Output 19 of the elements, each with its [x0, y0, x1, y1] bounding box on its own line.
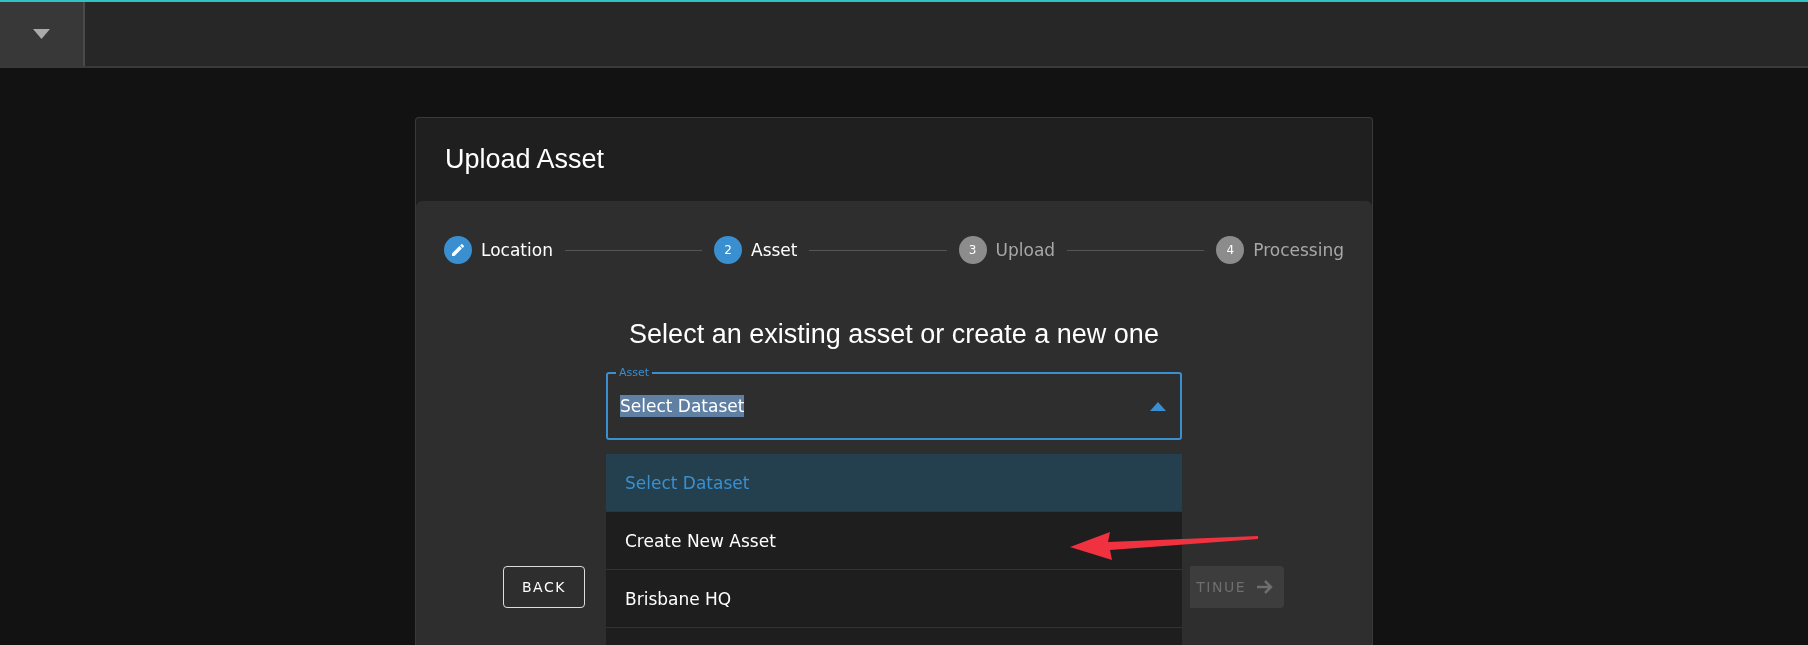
- arrow-right-icon: [1256, 579, 1274, 595]
- step-label: Upload: [995, 240, 1056, 260]
- menu-option[interactable]: Brisbane HQ: [606, 570, 1182, 628]
- section-heading: Select an existing asset or create a new one: [629, 319, 1159, 350]
- dialog-title: Upload Asset: [444, 143, 606, 176]
- field-label: Asset: [618, 366, 651, 380]
- step-label: Asset: [751, 240, 798, 260]
- caret-up-icon: [1150, 401, 1166, 411]
- field-value: Select Dataset: [620, 395, 745, 417]
- menu-dropdown-button[interactable]: [0, 2, 85, 66]
- caret-down-icon: [33, 29, 50, 39]
- asset-select-field[interactable]: Asset Select Dataset: [606, 366, 1182, 440]
- step-label: Location: [481, 240, 553, 260]
- step-pencil-icon: [444, 236, 472, 264]
- step-number: 3: [958, 236, 987, 264]
- step-number: 2: [714, 236, 742, 264]
- step-label: Processing: [1253, 240, 1344, 260]
- step-number: 4: [1216, 236, 1245, 264]
- back-button[interactable]: BACK: [503, 566, 585, 608]
